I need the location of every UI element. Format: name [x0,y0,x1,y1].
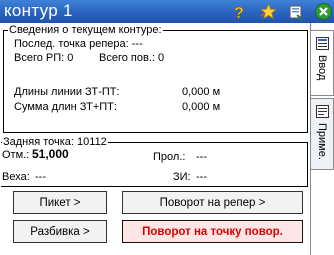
sum-length-label: Сумма длин ЗТ+ПТ: [14,101,117,113]
title-bar: контур 1 ? [0,0,334,23]
prol-label: Прол.: [153,151,186,163]
current-contour-legend: Сведения о текущем контуре: [8,24,163,36]
rod-label: Веха: [2,171,30,183]
tab-notes[interactable]: Приме. [311,98,334,170]
tab-input[interactable]: Ввод [311,30,334,96]
picket-button[interactable]: Пикет > [13,191,107,214]
prol-value: --- [196,151,207,163]
elev-label: Отм.: [2,149,30,161]
total-turns-label: Всего пов.: 0 [99,52,165,64]
backsight-group: Задняя точка: 10112 Отм.: 51,000 Прол.: … [1,136,308,187]
sum-length-value: 0,000 м [182,101,221,113]
elev-value: 51,000 [32,147,69,161]
svg-text:?: ? [234,5,244,20]
input-tab-icon [316,37,329,50]
star-icon[interactable] [260,3,277,20]
last-bench-label: Послед. точка репера: --- [14,38,143,50]
turn-to-turn-point-button[interactable]: Поворот на точку повор. [122,220,303,243]
line-length-label: Длины линии ЗТ-ПТ: [14,86,120,98]
stakeout-button[interactable]: Разбивка > [13,220,107,243]
main-panel: Сведения о текущем контуре: Послед. точк… [0,23,310,255]
close-icon[interactable] [315,3,332,20]
tab-notes-label: Приме. [316,123,328,160]
total-rp-label: Всего РП: 0 [14,52,74,64]
side-tab-strip: Ввод Приме. [310,23,334,255]
rod-value: --- [35,171,46,183]
tab-input-label: Ввод [316,55,328,81]
help-icon[interactable]: ? [230,3,247,20]
line-length-value: 0,000 м [182,86,221,98]
vi-label: ЗИ: [173,171,191,183]
window-title: контур 1 [4,1,73,20]
turn-to-bench-button[interactable]: Поворот на репер > [122,191,303,214]
vi-value: --- [196,171,207,183]
current-contour-group: Сведения о текущем контуре: Послед. точк… [3,24,308,133]
notes-tab-icon [316,105,329,118]
settings-icon[interactable] [287,3,304,20]
